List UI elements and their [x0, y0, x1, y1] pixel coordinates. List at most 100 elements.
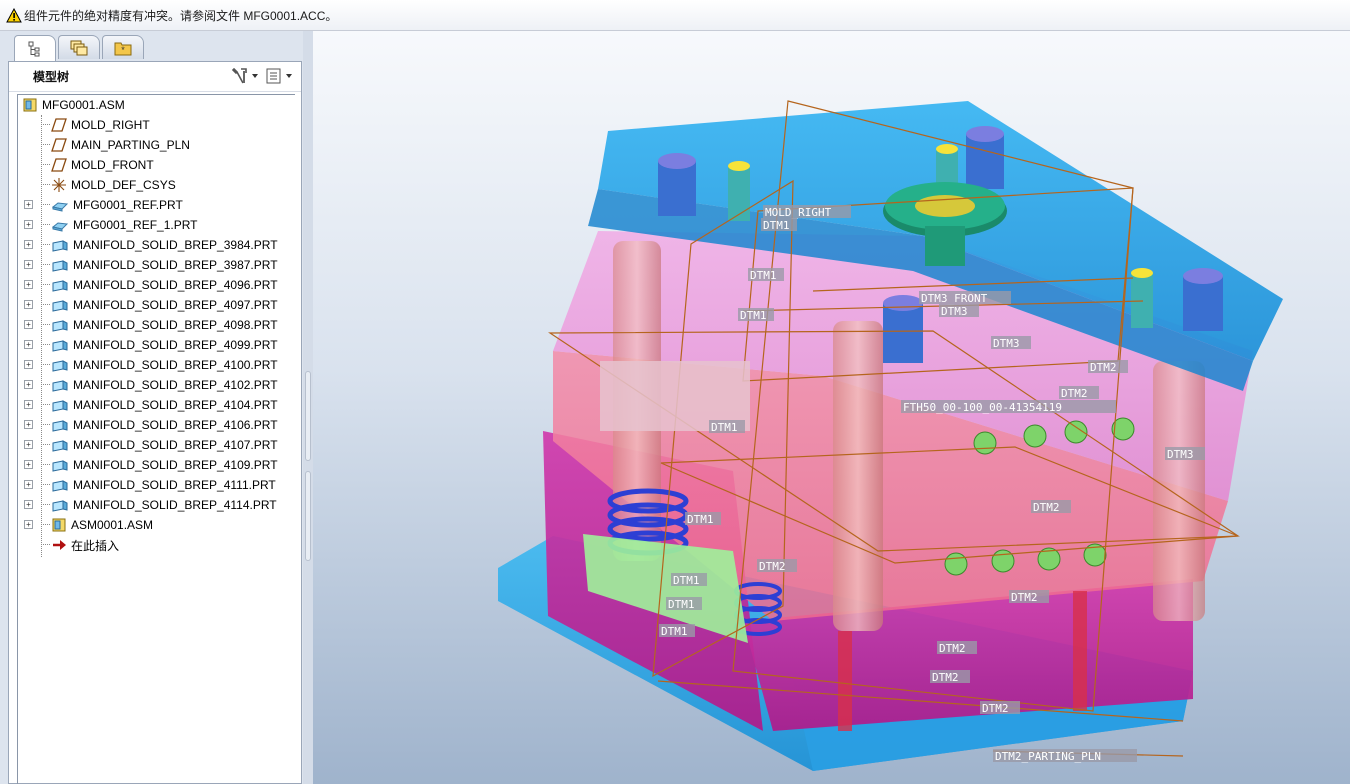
svg-text:DTM1: DTM1 [763, 219, 790, 232]
datum-tag: DTM1 [659, 624, 695, 638]
expand-toggle[interactable]: + [24, 280, 33, 289]
expand-toggle[interactable]: + [24, 260, 33, 269]
expand-toggle[interactable]: + [24, 500, 33, 509]
part-icon [51, 337, 69, 353]
tree-node-label: MFG0001_REF.PRT [73, 198, 183, 212]
expand-toggle[interactable]: + [24, 320, 33, 329]
tree-node[interactable]: MAIN_PARTING_PLN [41, 135, 190, 155]
tree-connector [41, 144, 50, 145]
expand-toggle[interactable]: + [24, 420, 33, 429]
svg-text:DTM1: DTM1 [750, 269, 777, 282]
datum-tag: DTM1 [748, 268, 784, 282]
model-tree-tab[interactable] [14, 35, 56, 61]
assembly-icon [51, 517, 67, 533]
svg-text:*: * [121, 45, 125, 55]
tree-node-label: MFG0001.ASM [42, 98, 125, 112]
tree-node[interactable]: MOLD_DEF_CSYS [41, 175, 176, 195]
pane-splitter[interactable] [303, 31, 313, 784]
tree-node[interactable]: ASM0001.ASM [41, 515, 153, 535]
tree-node-label: MANIFOLD_SOLID_BREP_4097.PRT [73, 298, 278, 312]
tree-connector [41, 224, 50, 225]
tree-node[interactable]: MANIFOLD_SOLID_BREP_4107.PRT [41, 435, 278, 455]
tree-node-label: MANIFOLD_SOLID_BREP_4100.PRT [73, 358, 278, 372]
settings-icon [231, 67, 247, 84]
graphics-window[interactable]: MOLD_RIGHT DTM1 DTM1 DTM3_FRONT DTM3 DTM… [313, 31, 1350, 784]
tree-node[interactable]: MANIFOLD_SOLID_BREP_4102.PRT [41, 375, 278, 395]
part-icon [51, 257, 69, 273]
expand-toggle[interactable]: + [24, 520, 33, 529]
expand-toggle[interactable]: + [24, 220, 33, 229]
tree-connector [41, 124, 50, 125]
tree-node[interactable]: MANIFOLD_SOLID_BREP_4096.PRT [41, 275, 278, 295]
expand-toggle[interactable]: + [24, 300, 33, 309]
tree-node[interactable]: MOLD_FRONT [41, 155, 154, 175]
expand-toggle[interactable]: + [24, 400, 33, 409]
tree-node[interactable]: MANIFOLD_SOLID_BREP_4097.PRT [41, 295, 278, 315]
datum-tag: DTM3 [1165, 447, 1205, 461]
mold-assembly-model[interactable]: MOLD_RIGHT DTM1 DTM1 DTM3_FRONT DTM3 DTM… [313, 31, 1350, 784]
insert-here-arrow-icon [51, 537, 67, 553]
datum-tag: FTH50_00-100_00-41354119 [901, 400, 1116, 414]
chevron-down-icon [252, 74, 258, 78]
expand-toggle[interactable]: + [24, 200, 33, 209]
tree-node-label: MANIFOLD_SOLID_BREP_4096.PRT [73, 278, 278, 292]
svg-text:DTM3_FRONT: DTM3_FRONT [921, 292, 988, 305]
layers-tab[interactable] [58, 35, 100, 59]
tree-connector [41, 544, 50, 545]
tree-show-button[interactable] [265, 67, 293, 85]
expand-toggle[interactable]: + [24, 240, 33, 249]
tree-node[interactable]: MANIFOLD_SOLID_BREP_4098.PRT [41, 315, 278, 335]
tree-node[interactable]: MANIFOLD_SOLID_BREP_4111.PRT [41, 475, 276, 495]
layers-icon [70, 40, 88, 55]
tree-settings-button[interactable] [231, 67, 259, 85]
tree-node-label: MFG0001_REF_1.PRT [73, 218, 198, 232]
svg-text:DTM2: DTM2 [932, 671, 959, 684]
tree-connector [41, 304, 50, 305]
tree-node[interactable]: MANIFOLD_SOLID_BREP_4109.PRT [41, 455, 278, 475]
model-tree: MFG0001.ASM MOLD_RIGHT MAIN_PARTING_PLN MOL… [17, 94, 295, 784]
part-icon [51, 317, 69, 333]
expand-toggle[interactable]: + [24, 360, 33, 369]
part-icon [51, 237, 69, 253]
svg-text:DTM2: DTM2 [939, 642, 966, 655]
message-text: 组件元件的绝对精度有冲突。请参阅文件 MFG0001.ACC。 [24, 8, 338, 23]
expand-toggle[interactable]: + [24, 440, 33, 449]
tree-node[interactable]: MANIFOLD_SOLID_BREP_3984.PRT [41, 235, 278, 255]
folder-tab[interactable]: * [102, 35, 144, 59]
expand-toggle[interactable]: + [24, 380, 33, 389]
splitter-grip[interactable] [305, 371, 311, 461]
svg-text:DTM3: DTM3 [941, 305, 968, 318]
tree-node[interactable]: MANIFOLD_SOLID_BREP_3987.PRT [41, 255, 278, 275]
tree-node[interactable]: MFG0001.ASM [22, 95, 125, 115]
tree-node[interactable]: MANIFOLD_SOLID_BREP_4114.PRT [41, 495, 277, 515]
expand-toggle[interactable]: + [24, 340, 33, 349]
tree-node[interactable]: MANIFOLD_SOLID_BREP_4100.PRT [41, 355, 278, 375]
svg-text:DTM1: DTM1 [661, 625, 688, 638]
datum-plane-icon [51, 117, 67, 133]
tree-node[interactable]: MOLD_RIGHT [41, 115, 150, 135]
tree-node[interactable]: MFG0001_REF_1.PRT [41, 215, 198, 235]
tree-node-label: MANIFOLD_SOLID_BREP_4107.PRT [73, 438, 278, 452]
datum-tag: DTM1 [685, 512, 721, 526]
assembly-icon [22, 97, 38, 113]
tree-connector [41, 524, 50, 525]
tree-connector [41, 184, 50, 185]
model-tree-title: 模型树 [33, 70, 70, 84]
datum-tag: DTM2 [930, 670, 970, 684]
svg-text:DTM2: DTM2 [759, 560, 786, 573]
tree-node[interactable]: 在此插入 [41, 535, 119, 555]
tree-node[interactable]: MANIFOLD_SOLID_BREP_4099.PRT [41, 335, 278, 355]
expand-toggle[interactable]: + [24, 480, 33, 489]
tree-connector [41, 364, 50, 365]
expand-toggle[interactable]: + [24, 460, 33, 469]
datum-tag: DTM3 [991, 336, 1031, 350]
tree-node[interactable]: MANIFOLD_SOLID_BREP_4106.PRT [41, 415, 278, 435]
model-tree-header: 模型树 [9, 62, 301, 92]
tree-node[interactable]: MANIFOLD_SOLID_BREP_4104.PRT [41, 395, 278, 415]
svg-text:DTM3: DTM3 [993, 337, 1020, 350]
splitter-grip[interactable] [305, 471, 311, 561]
tree-node[interactable]: MFG0001_REF.PRT [41, 195, 183, 215]
tree-connector [41, 204, 50, 205]
datum-tag: DTM2 [757, 559, 797, 573]
tree-connector [41, 324, 50, 325]
